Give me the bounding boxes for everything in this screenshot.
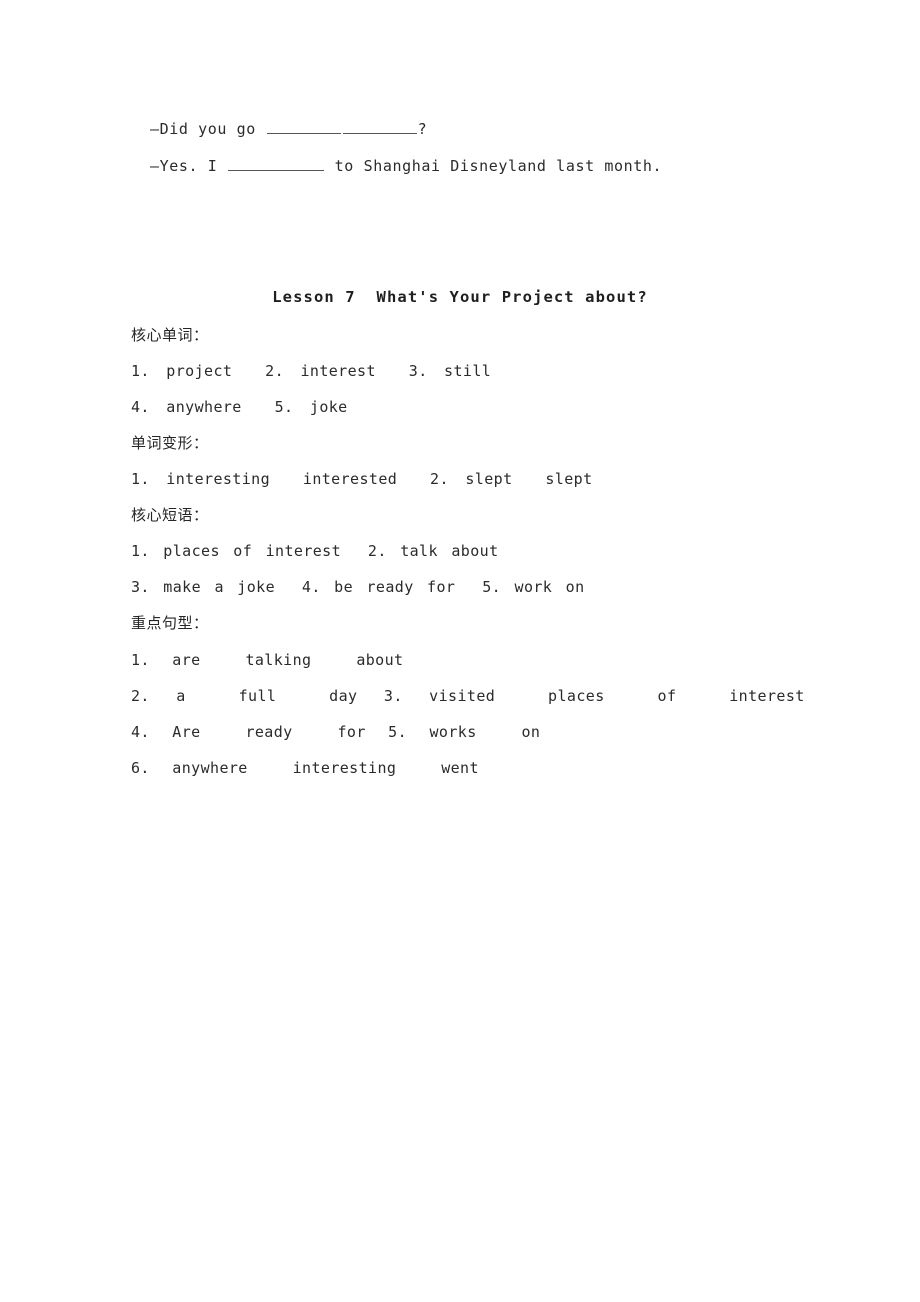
core-phrases-line-1: 1. places of interest 2. talk about: [131, 542, 499, 560]
fill-in-blank[interactable]: [228, 157, 325, 171]
key-sentences-line-1: 1. are talking about: [131, 651, 404, 669]
section-heading-key-sentences: 重点句型：: [131, 614, 209, 632]
key-sentences-line-4: 6. anywhere interesting went: [131, 759, 479, 777]
dialogue-line-2: —Yes. I to Shanghai Disneyland last mont…: [150, 156, 662, 176]
dialogue-line-1-prefix: —Did you go: [150, 120, 266, 138]
lesson-title: Lesson 7 What's Your Project about?: [272, 288, 648, 306]
dialogue-line-1-suffix: ?: [417, 120, 428, 138]
word-forms-line-1: 1. interesting interested 2. slept slept: [131, 470, 593, 488]
dialogue-line-2-suffix: to Shanghai Disneyland last month.: [325, 157, 663, 175]
section-heading-core-phrases: 核心短语：: [131, 506, 209, 524]
section-heading-word-forms: 单词变形：: [131, 434, 209, 452]
core-phrases-line-2: 3. make a joke 4. be ready for 5. work o…: [131, 578, 585, 596]
fill-in-blank[interactable]: [266, 120, 341, 134]
document-page: —Did you go ? —Yes. I to Shanghai Disney…: [0, 0, 920, 1302]
core-words-line-1: 1. project 2. interest 3. still: [131, 362, 492, 380]
core-words-line-2: 4. anywhere 5. joke: [131, 398, 348, 416]
dialogue-line-1: —Did you go ?: [150, 119, 427, 139]
key-sentences-line-2: 2. a full day 3. visited places of inter…: [131, 687, 805, 705]
key-sentences-line-3: 4. Are ready for 5. works on: [131, 723, 541, 741]
fill-in-blank[interactable]: [342, 120, 417, 134]
section-heading-core-words: 核心单词：: [131, 326, 209, 344]
dialogue-line-2-prefix: —Yes. I: [150, 157, 228, 175]
